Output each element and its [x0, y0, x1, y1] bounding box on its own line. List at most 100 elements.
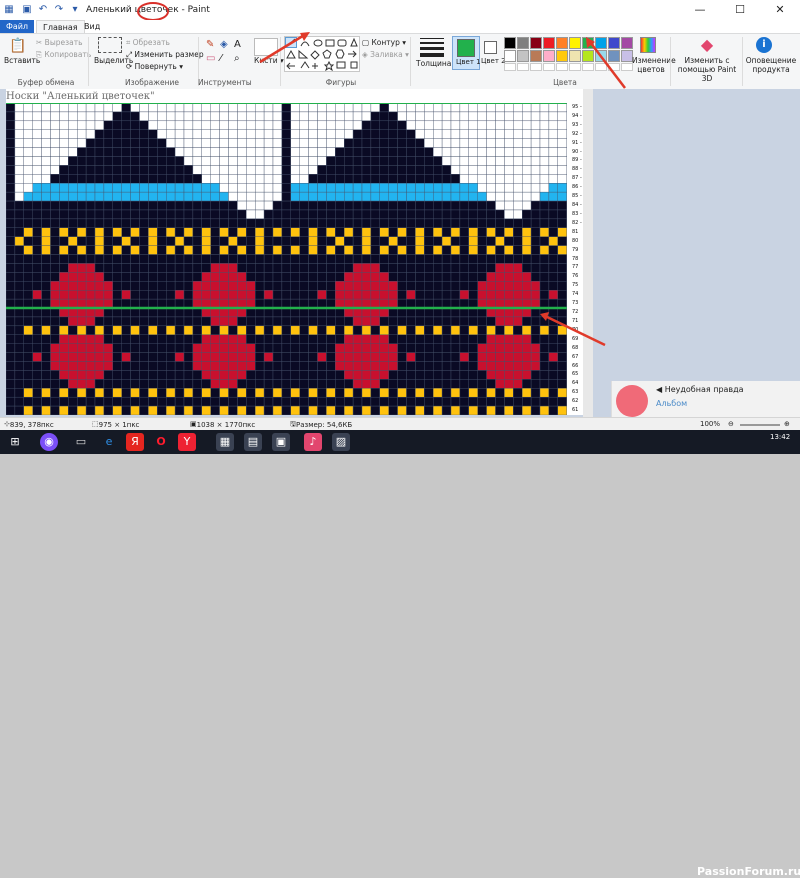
taskbar-app-icon-3[interactable]: ▣	[272, 433, 290, 451]
save-icon[interactable]: ▣	[20, 3, 34, 17]
customize-qat-icon[interactable]: ▾	[68, 3, 82, 17]
select-icon[interactable]	[98, 37, 122, 53]
chart-cell	[219, 183, 229, 193]
chart-cell	[139, 334, 149, 344]
copy-button[interactable]: ⎘ Копировать	[36, 50, 91, 60]
chart-cell	[352, 388, 363, 398]
chart-cell	[76, 379, 87, 389]
clock[interactable]: 13:42	[770, 432, 790, 442]
minimize-button[interactable]: —	[680, 0, 720, 20]
info-icon[interactable]: i	[756, 37, 772, 53]
chart-cell	[192, 272, 202, 282]
chart-cell	[130, 200, 140, 211]
chart-cell	[441, 396, 452, 407]
chart-cell	[201, 396, 211, 407]
chart-cell	[148, 325, 158, 335]
chart-cell	[50, 191, 60, 202]
chart-cell	[85, 236, 96, 246]
crop-button[interactable]: ⌗ Обрезать	[126, 38, 170, 48]
music-notification[interactable]: ◀ Неудобная правда Альбом	[611, 381, 800, 422]
chart-cell	[130, 138, 140, 148]
paint-taskbar-icon[interactable]: ▦	[216, 433, 234, 451]
chart-cell	[548, 361, 559, 371]
taskbar-app-icon-4[interactable]: ♪	[304, 433, 322, 451]
chart-cell	[228, 316, 238, 327]
chart-cell	[557, 388, 567, 398]
taskbar-app-icon-5[interactable]: ▨	[332, 433, 350, 451]
chart-cell	[174, 405, 185, 415]
chart-cell	[219, 405, 229, 415]
edit-colors-icon[interactable]	[640, 37, 656, 53]
chart-cell	[59, 254, 69, 264]
chart-cell	[504, 388, 514, 398]
chart-cell	[272, 370, 283, 380]
chart-cell	[59, 263, 69, 273]
windows-start-icon[interactable]: ⊞	[6, 433, 24, 451]
rotate-button[interactable]: ⟳ Повернуть ▾	[126, 62, 183, 72]
zoom-slider[interactable]	[740, 424, 780, 426]
chart-cell	[281, 388, 291, 398]
redo-icon[interactable]: ↷	[52, 3, 66, 17]
undo-icon[interactable]: ↶	[36, 3, 50, 17]
product-alert-button[interactable]: Оповещение продукта	[744, 56, 798, 74]
chart-cell	[112, 396, 122, 407]
chart-cell	[183, 209, 194, 220]
chart-cell	[50, 209, 60, 220]
taskbar-app-icon-2[interactable]: ▤	[244, 433, 262, 451]
task-view-icon[interactable]: ▭	[72, 433, 90, 451]
zoom-in-button[interactable]: ⊕	[784, 419, 790, 430]
paste-button[interactable]: Вставить	[4, 56, 40, 66]
chart-cell	[76, 120, 87, 130]
chart-cell	[68, 254, 78, 264]
yandex-icon[interactable]: Я	[126, 433, 144, 451]
chart-cell	[23, 379, 33, 389]
chart-cell	[6, 227, 16, 237]
chart-cell	[14, 218, 24, 228]
fill-icon[interactable]: ◈	[220, 40, 228, 50]
close-button[interactable]: ✕	[760, 0, 800, 20]
tab-view[interactable]: Вид	[78, 20, 106, 33]
paste-icon[interactable]: 📋	[8, 37, 28, 55]
chart-cell	[76, 307, 87, 318]
chart-cell	[130, 316, 140, 327]
magnifier-icon[interactable]: ⌕	[234, 54, 240, 64]
chart-cell	[424, 379, 434, 389]
chart-cell	[6, 334, 16, 344]
chart-cell	[32, 405, 42, 415]
chart-cell	[103, 352, 114, 362]
paint3d-icon[interactable]: ◆	[698, 36, 716, 54]
edge-icon[interactable]: e	[100, 433, 118, 451]
color-picker-icon[interactable]: ⁄	[220, 54, 222, 64]
cut-button[interactable]: ✂ Вырезать	[36, 38, 83, 48]
chart-cell	[14, 174, 24, 184]
chart-cell	[201, 183, 211, 193]
chart-cell	[174, 334, 185, 344]
chart-cell	[352, 379, 363, 389]
chart-cell	[130, 388, 140, 398]
chart-cell	[210, 370, 220, 380]
chart-cell	[76, 396, 87, 407]
chart-cell	[370, 388, 380, 398]
resize-button[interactable]: ⤢ Изменить размер	[126, 50, 204, 60]
chart-cell	[459, 370, 469, 380]
chart-cell	[397, 396, 407, 407]
alice-icon[interactable]: ◉	[40, 433, 58, 451]
zoom-out-button[interactable]: ⊖	[728, 419, 734, 430]
tab-file[interactable]: Файл	[0, 20, 34, 33]
paint3d-button[interactable]: Изменить с помощью Paint 3D	[674, 56, 740, 83]
yandex-browser-icon[interactable]: Y	[178, 433, 196, 451]
chart-cell	[219, 245, 229, 255]
chart-cell	[557, 370, 567, 380]
chart-cell	[23, 129, 33, 139]
pencil-icon[interactable]: ✎	[206, 40, 214, 50]
chart-cell	[201, 334, 211, 344]
chart-cell	[6, 289, 16, 300]
chart-cell	[174, 156, 185, 166]
maximize-button[interactable]: ☐	[720, 0, 760, 20]
chart-cell	[85, 343, 96, 353]
eraser-icon[interactable]: ▭	[206, 54, 215, 64]
chart-cell	[415, 361, 425, 371]
opera-icon[interactable]: O	[152, 433, 170, 451]
chart-cell	[272, 396, 283, 407]
chart-cell	[6, 191, 16, 202]
